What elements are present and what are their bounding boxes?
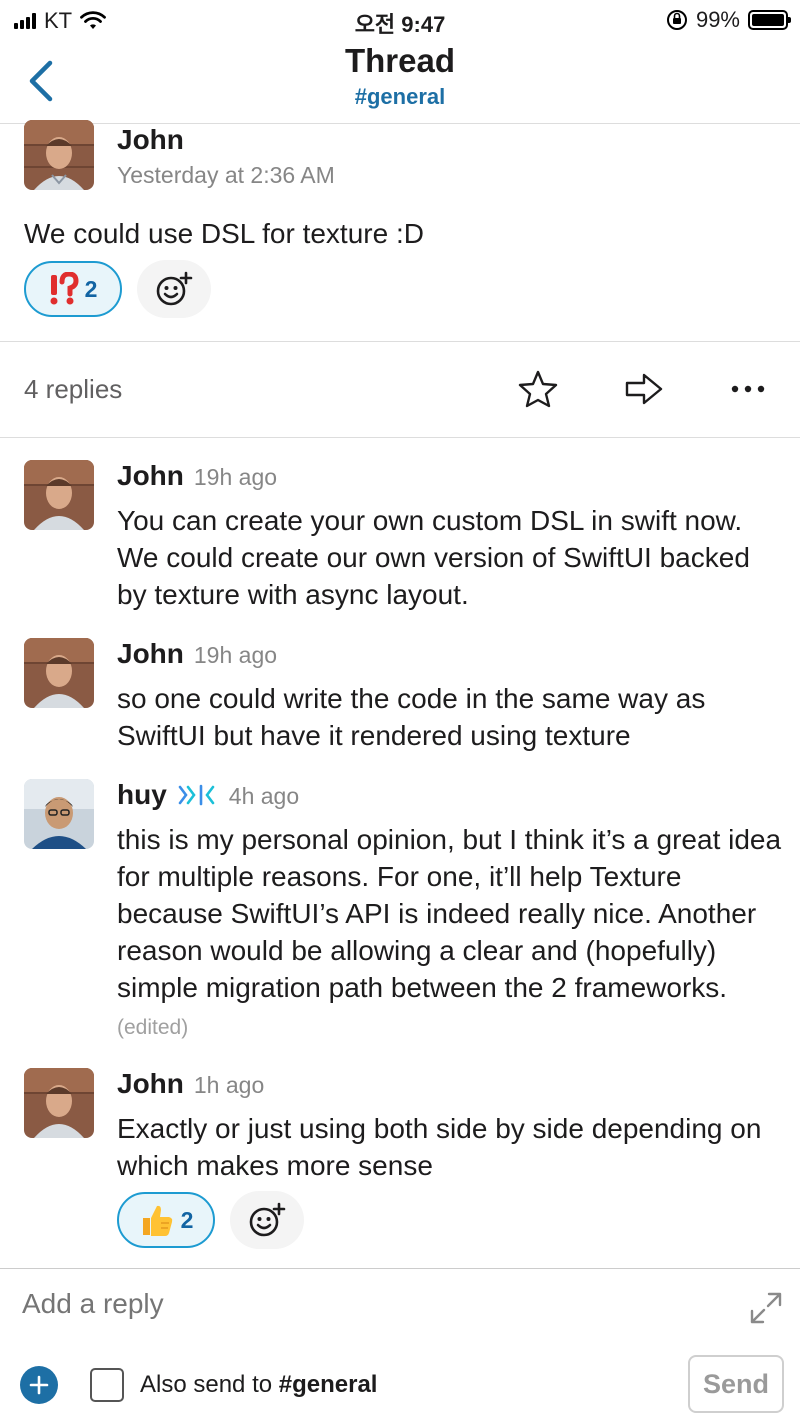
battery-icon <box>748 10 791 30</box>
avatar-huy[interactable] <box>24 779 94 849</box>
reply-author[interactable]: John <box>117 460 184 492</box>
orientation-lock-icon <box>666 10 687 30</box>
reply-author[interactable]: John <box>117 638 184 670</box>
also-send-channel: #general <box>278 1371 378 1398</box>
attach-plus-button[interactable] <box>20 1366 58 1404</box>
reply-input[interactable] <box>22 1288 702 1320</box>
channel-link[interactable]: #general <box>0 84 800 110</box>
page-title: Thread <box>344 42 456 79</box>
reply-header: John 19h ago <box>117 638 277 670</box>
avatar-john[interactable] <box>24 460 94 530</box>
status-bar: KT 오전 9:47 99% <box>0 0 800 40</box>
reply-text: Exactly or just using both side by side … <box>117 1113 762 1181</box>
reply-header: huy 4h ago <box>117 779 299 811</box>
add-emoji-icon <box>156 271 193 306</box>
reply-item: John 19h ago so one could write the code… <box>0 638 800 758</box>
reply-time: 1h ago <box>193 1072 265 1098</box>
also-send-prefix: Also send to <box>140 1371 279 1398</box>
reply-author[interactable]: John <box>117 1068 184 1100</box>
send-button[interactable]: Send <box>688 1355 784 1413</box>
also-send-label[interactable]: Also send to #general <box>140 1371 377 1399</box>
avatar-john[interactable] <box>24 1068 94 1138</box>
reply-item: John 19h ago You can create your own cus… <box>0 460 800 620</box>
reply-item: huy 4h ago this is my personal opinion, … <box>0 779 800 1049</box>
replies-count: 4 replies <box>24 374 123 404</box>
reply-time: 19h ago <box>193 642 278 668</box>
expand-icon[interactable] <box>748 1290 784 1326</box>
add-reaction-button[interactable] <box>230 1191 304 1249</box>
avatar-john[interactable] <box>24 120 94 190</box>
parent-timestamp: Yesterday at 2:36 AM <box>117 162 335 188</box>
parent-author[interactable]: John <box>117 124 184 156</box>
add-emoji-icon <box>249 1202 286 1237</box>
star-icon[interactable] <box>518 370 558 408</box>
reply-header: John 1h ago <box>117 1068 264 1100</box>
parent-message-text: We could use DSL for texture :D <box>24 218 424 249</box>
thread-header: Thread #general <box>0 40 800 124</box>
edited-label: (edited) <box>117 1016 189 1039</box>
status-emoji-icon <box>178 784 215 806</box>
reaction-count: 2 <box>180 1206 194 1233</box>
status-right: 99% <box>666 7 791 33</box>
reply-text: You can create your own custom DSL in sw… <box>117 505 750 610</box>
divider <box>0 437 800 438</box>
reply-text: so one could write the code in the same … <box>117 683 706 751</box>
thumbs-up-emoji-icon <box>142 1205 172 1236</box>
battery-percent: 99% <box>695 7 740 32</box>
reply-time: 19h ago <box>193 464 278 490</box>
share-arrow-icon[interactable] <box>624 372 664 406</box>
reply-header: John 19h ago <box>117 460 277 492</box>
plus-icon <box>29 1375 49 1395</box>
reply-author[interactable]: huy <box>117 779 167 811</box>
reaction-count: 2 <box>84 275 98 302</box>
reaction-thumbsup[interactable]: 2 <box>117 1192 215 1248</box>
reply-text: this is my personal opinion, but I think… <box>117 824 782 1003</box>
interrobang-emoji-icon <box>50 272 79 305</box>
reply-text-block: this is my personal opinion, but I think… <box>117 821 787 1046</box>
composer-divider <box>0 1268 800 1269</box>
avatar-john[interactable] <box>24 638 94 708</box>
reply-time: 4h ago <box>228 783 300 809</box>
also-send-checkbox[interactable] <box>90 1368 124 1402</box>
add-reaction-button[interactable] <box>137 260 211 318</box>
more-options-icon[interactable] <box>730 384 766 394</box>
divider <box>0 341 800 342</box>
reaction-interrobang[interactable]: 2 <box>24 261 122 317</box>
